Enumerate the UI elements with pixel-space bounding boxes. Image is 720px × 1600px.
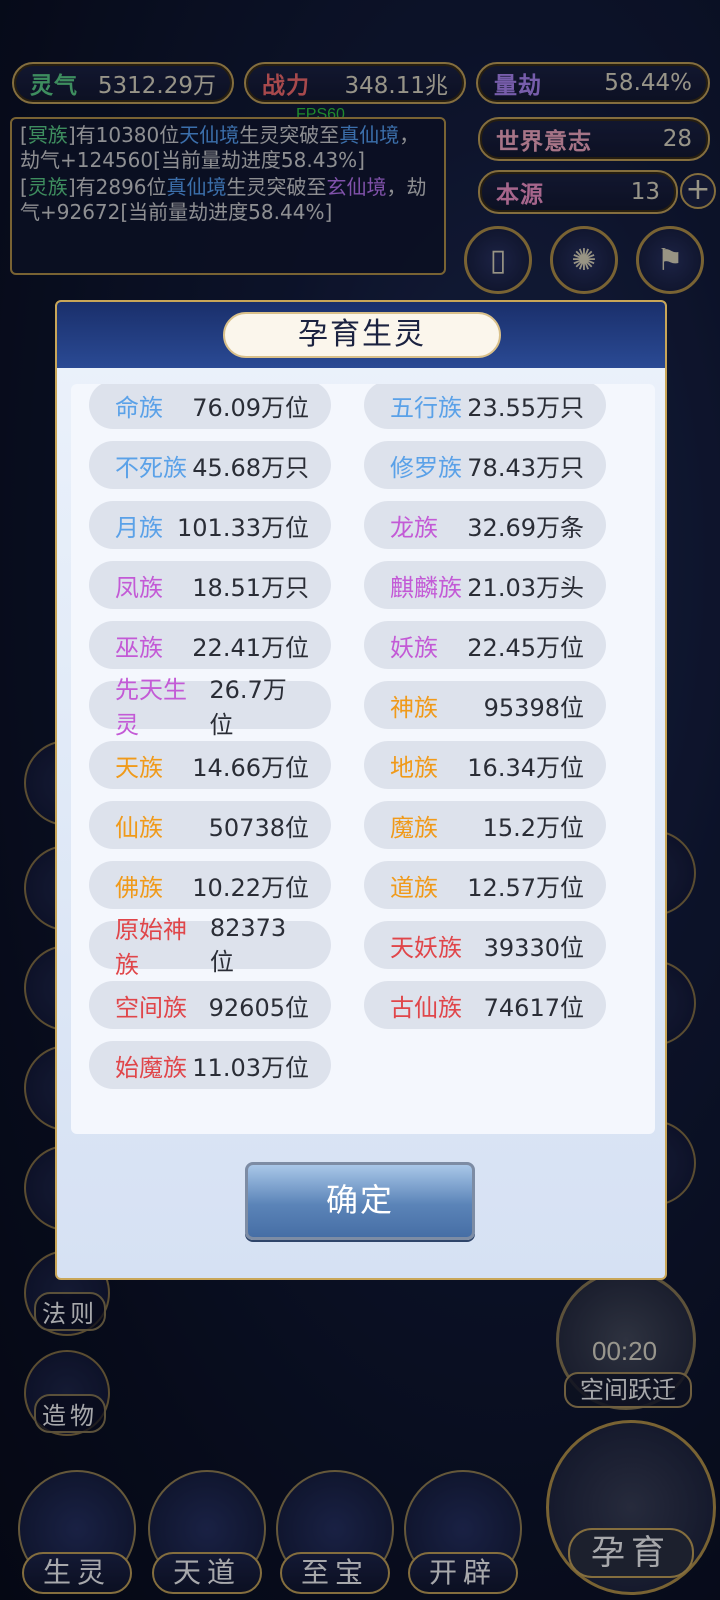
race-count: 39330位 (483, 933, 584, 962)
race-count: 18.51万只 (192, 573, 309, 602)
race-count: 101.33万位 (177, 513, 309, 542)
race-item: 麒麟族 21.03万头 (364, 561, 606, 609)
race-count: 76.09万位 (192, 393, 309, 422)
race-count: 21.03万头 (467, 573, 584, 602)
race-name: 原始神族 (115, 916, 187, 979)
race-count: 22.41万位 (192, 633, 309, 662)
breed-modal: 孕育生灵 命族 76.09万位 五行族 23.55万只 不死族 45.68万只 修罗族 78.… (55, 300, 667, 1280)
modal-title: 孕育生灵 (223, 312, 501, 358)
race-name: 命族 (115, 393, 163, 422)
race-item: 天妖族 39330位 (364, 921, 606, 969)
race-count: 45.68万只 (192, 453, 309, 482)
race-count: 82373位 (209, 913, 287, 976)
race-count: 15.2万位 (482, 813, 584, 842)
race-item: 月族 101.33万位 (89, 501, 331, 549)
race-item: 仙族 50738位 (89, 801, 331, 849)
race-name: 龙族 (390, 513, 438, 542)
race-name: 月族 (115, 513, 163, 542)
race-item: 龙族 32.69万条 (364, 501, 606, 549)
race-name: 不死族 (115, 453, 187, 482)
race-name: 空间族 (115, 993, 187, 1022)
race-count: 26.7万位 (209, 676, 287, 739)
race-count: 95398位 (483, 693, 584, 722)
race-item: 始魔族 11.03万位 (89, 1041, 331, 1089)
race-item: 凤族 18.51万只 (89, 561, 331, 609)
race-name: 始魔族 (115, 1053, 187, 1082)
race-count: 50738位 (208, 813, 309, 842)
race-name: 道族 (390, 873, 438, 902)
race-count: 78.43万只 (467, 453, 584, 482)
race-count: 12.57万位 (467, 873, 584, 902)
race-name: 巫族 (115, 633, 163, 662)
race-name: 妖族 (390, 633, 438, 662)
race-item: 古仙族 74617位 (364, 981, 606, 1029)
race-name: 天妖族 (390, 933, 462, 962)
race-name: 神族 (390, 693, 438, 722)
race-item: 修罗族 78.43万只 (364, 441, 606, 489)
race-name: 先天生灵 (115, 676, 187, 739)
race-item: 神族 95398位 (364, 681, 606, 729)
race-name: 五行族 (390, 393, 462, 422)
confirm-button[interactable]: 确定 (245, 1162, 475, 1240)
race-item: 妖族 22.45万位 (364, 621, 606, 669)
race-list[interactable]: 命族 76.09万位 五行族 23.55万只 不死族 45.68万只 修罗族 78.43万只月… (71, 384, 655, 1134)
race-item: 五行族 23.55万只 (364, 384, 606, 429)
race-item: 天族 14.66万位 (89, 741, 331, 789)
race-name: 仙族 (115, 813, 163, 842)
race-count: 22.45万位 (467, 633, 584, 662)
race-item: 原始神族 82373位 (89, 914, 331, 979)
race-count: 14.66万位 (192, 753, 309, 782)
race-count: 92605位 (208, 993, 309, 1022)
race-name: 麒麟族 (390, 573, 462, 602)
race-count: 32.69万条 (467, 513, 584, 542)
race-name: 地族 (390, 753, 438, 782)
race-item: 魔族 15.2万位 (364, 801, 606, 849)
race-item: 佛族 10.22万位 (89, 861, 331, 909)
race-item: 巫族 22.41万位 (89, 621, 331, 669)
race-count: 74617位 (483, 993, 584, 1022)
race-item: 命族 76.09万位 (89, 384, 331, 429)
race-name: 古仙族 (390, 993, 462, 1022)
race-name: 修罗族 (390, 453, 462, 482)
race-count: 23.55万只 (467, 393, 584, 422)
race-item: 不死族 45.68万只 (89, 441, 331, 489)
race-item: 地族 16.34万位 (364, 741, 606, 789)
race-item: 道族 12.57万位 (364, 861, 606, 909)
race-name: 魔族 (390, 813, 438, 842)
race-name: 佛族 (115, 873, 163, 902)
race-item: 先天生灵 26.7万位 (89, 676, 331, 739)
race-name: 凤族 (115, 573, 163, 602)
race-count: 16.34万位 (467, 753, 584, 782)
race-count: 11.03万位 (192, 1053, 309, 1082)
race-count: 10.22万位 (192, 873, 309, 902)
race-item: 空间族 92605位 (89, 981, 331, 1029)
race-name: 天族 (115, 753, 163, 782)
